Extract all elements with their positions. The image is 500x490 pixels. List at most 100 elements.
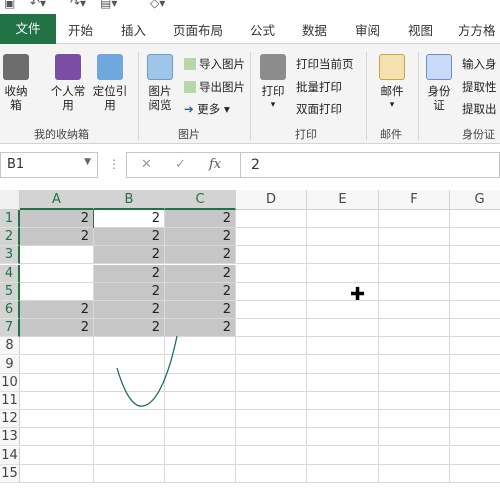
- name-box[interactable]: B1 ▼: [0, 152, 98, 178]
- cell-c3[interactable]: 2: [165, 246, 236, 265]
- cell-b5[interactable]: 2: [94, 282, 165, 301]
- undo-icon[interactable]: ↶▾: [30, 0, 46, 10]
- tab-page-layout[interactable]: 页面布局: [173, 20, 223, 39]
- cell-e15[interactable]: [307, 464, 379, 483]
- row-header-1[interactable]: 1: [0, 210, 20, 228]
- cell-g8[interactable]: [450, 337, 500, 356]
- cell-e2[interactable]: [307, 228, 379, 247]
- cell-d9[interactable]: [236, 355, 307, 374]
- tab-file[interactable]: 文件: [0, 14, 56, 44]
- cell-a15[interactable]: [20, 464, 94, 483]
- cell-c12[interactable]: [165, 410, 236, 429]
- row-header-10[interactable]: 10: [0, 373, 20, 392]
- cell-f4[interactable]: [379, 264, 450, 283]
- cell-c9[interactable]: [165, 355, 236, 374]
- redo-icon[interactable]: ↷▾: [70, 0, 86, 10]
- cell-c4[interactable]: 2: [165, 264, 236, 283]
- cell-a4[interactable]: [20, 264, 94, 283]
- extract-birth-button[interactable]: 提取出: [462, 101, 497, 117]
- cell-f13[interactable]: [379, 428, 450, 447]
- row-header-6[interactable]: 6: [0, 301, 20, 319]
- cell-f8[interactable]: [379, 337, 450, 356]
- row-header-4[interactable]: 4: [0, 264, 20, 283]
- formula-input[interactable]: 2: [241, 152, 500, 178]
- cell-c6[interactable]: 2: [165, 301, 236, 319]
- row-header-5[interactable]: 5: [0, 282, 20, 301]
- row-header-15[interactable]: 15: [0, 464, 20, 483]
- column-header-d[interactable]: D: [236, 190, 307, 210]
- cell-f1[interactable]: [379, 210, 450, 228]
- cell-e4[interactable]: [307, 264, 379, 283]
- cell-g14[interactable]: [450, 447, 500, 465]
- row-header-11[interactable]: 11: [0, 392, 20, 410]
- cell-a9[interactable]: [20, 355, 94, 374]
- row-header-3[interactable]: 3: [0, 246, 20, 265]
- cell-d13[interactable]: [236, 428, 307, 447]
- cell-e8[interactable]: [307, 337, 379, 356]
- cell-b6[interactable]: 2: [94, 301, 165, 319]
- cell-f9[interactable]: [379, 355, 450, 374]
- cell-b4[interactable]: 2: [94, 264, 165, 283]
- import-picture-button[interactable]: 导入图片: [184, 56, 245, 72]
- cell-a3[interactable]: [20, 246, 94, 265]
- cell-b15[interactable]: [94, 464, 165, 483]
- cell-d10[interactable]: [236, 373, 307, 392]
- cell-d4[interactable]: [236, 264, 307, 283]
- cell-a8[interactable]: [20, 337, 94, 356]
- cell-a12[interactable]: [20, 410, 94, 429]
- cell-e10[interactable]: [307, 373, 379, 392]
- cell-b8[interactable]: [94, 337, 165, 356]
- picture-preview-button[interactable]: 图片阅览: [144, 54, 176, 112]
- cell-d7[interactable]: [236, 319, 307, 338]
- cell-c14[interactable]: [165, 446, 236, 465]
- cell-g4[interactable]: [450, 265, 500, 283]
- cell-f2[interactable]: [379, 228, 450, 247]
- cell-b9[interactable]: [94, 355, 165, 374]
- touch-mode-icon[interactable]: ◇▾: [150, 0, 165, 10]
- cell-g12[interactable]: [450, 410, 500, 429]
- cell-b2[interactable]: 2: [94, 228, 165, 247]
- row-header-8[interactable]: 8: [0, 337, 20, 356]
- cell-a5[interactable]: [20, 282, 94, 301]
- cell-b13[interactable]: [94, 428, 165, 447]
- cell-g2[interactable]: [450, 228, 500, 247]
- cell-e12[interactable]: [307, 410, 379, 429]
- cell-e9[interactable]: [307, 355, 379, 374]
- export-picture-button[interactable]: 导出图片: [184, 79, 245, 95]
- mail-button[interactable]: 邮件 ▾: [374, 54, 410, 112]
- chevron-down-icon[interactable]: ▼: [84, 157, 91, 167]
- tab-data[interactable]: 数据: [302, 20, 327, 39]
- row-header-9[interactable]: 9: [0, 355, 20, 374]
- cell-f10[interactable]: [379, 373, 450, 392]
- cell-g7[interactable]: [450, 319, 500, 338]
- cell-b12[interactable]: [94, 410, 165, 429]
- cell-d1[interactable]: [236, 210, 307, 228]
- cell-f3[interactable]: [379, 246, 450, 265]
- tab-home[interactable]: 开始: [68, 20, 93, 39]
- column-header-b[interactable]: B: [94, 190, 165, 210]
- tab-formulas[interactable]: 公式: [250, 20, 275, 39]
- cell-a11[interactable]: [20, 392, 94, 410]
- cell-e3[interactable]: [307, 246, 379, 265]
- column-header-a[interactable]: A: [20, 190, 94, 210]
- cell-b7[interactable]: 2: [94, 319, 165, 338]
- cell-c10[interactable]: [165, 373, 236, 392]
- idcard-button[interactable]: 身份证: [424, 54, 454, 112]
- cell-d5[interactable]: [236, 282, 307, 301]
- cell-c15[interactable]: [165, 464, 236, 483]
- more-options-icon[interactable]: ⋮: [108, 157, 120, 171]
- cell-e13[interactable]: [307, 428, 379, 447]
- save-icon[interactable]: ▣: [4, 0, 15, 10]
- cell-a1[interactable]: 2: [20, 210, 94, 228]
- print-button[interactable]: 打印 ▾: [258, 54, 288, 112]
- cell-d15[interactable]: [236, 464, 307, 483]
- cell-g10[interactable]: [450, 374, 500, 392]
- cell-d2[interactable]: [236, 228, 307, 247]
- cell-b1[interactable]: 2: [93, 209, 166, 229]
- cell-f7[interactable]: [379, 319, 450, 338]
- cell-e1[interactable]: [307, 210, 379, 228]
- cell-c5[interactable]: 2: [165, 282, 236, 301]
- cell-c1[interactable]: 2: [165, 210, 236, 228]
- confirm-icon[interactable]: ✓: [175, 157, 186, 172]
- cell-f15[interactable]: [379, 464, 450, 483]
